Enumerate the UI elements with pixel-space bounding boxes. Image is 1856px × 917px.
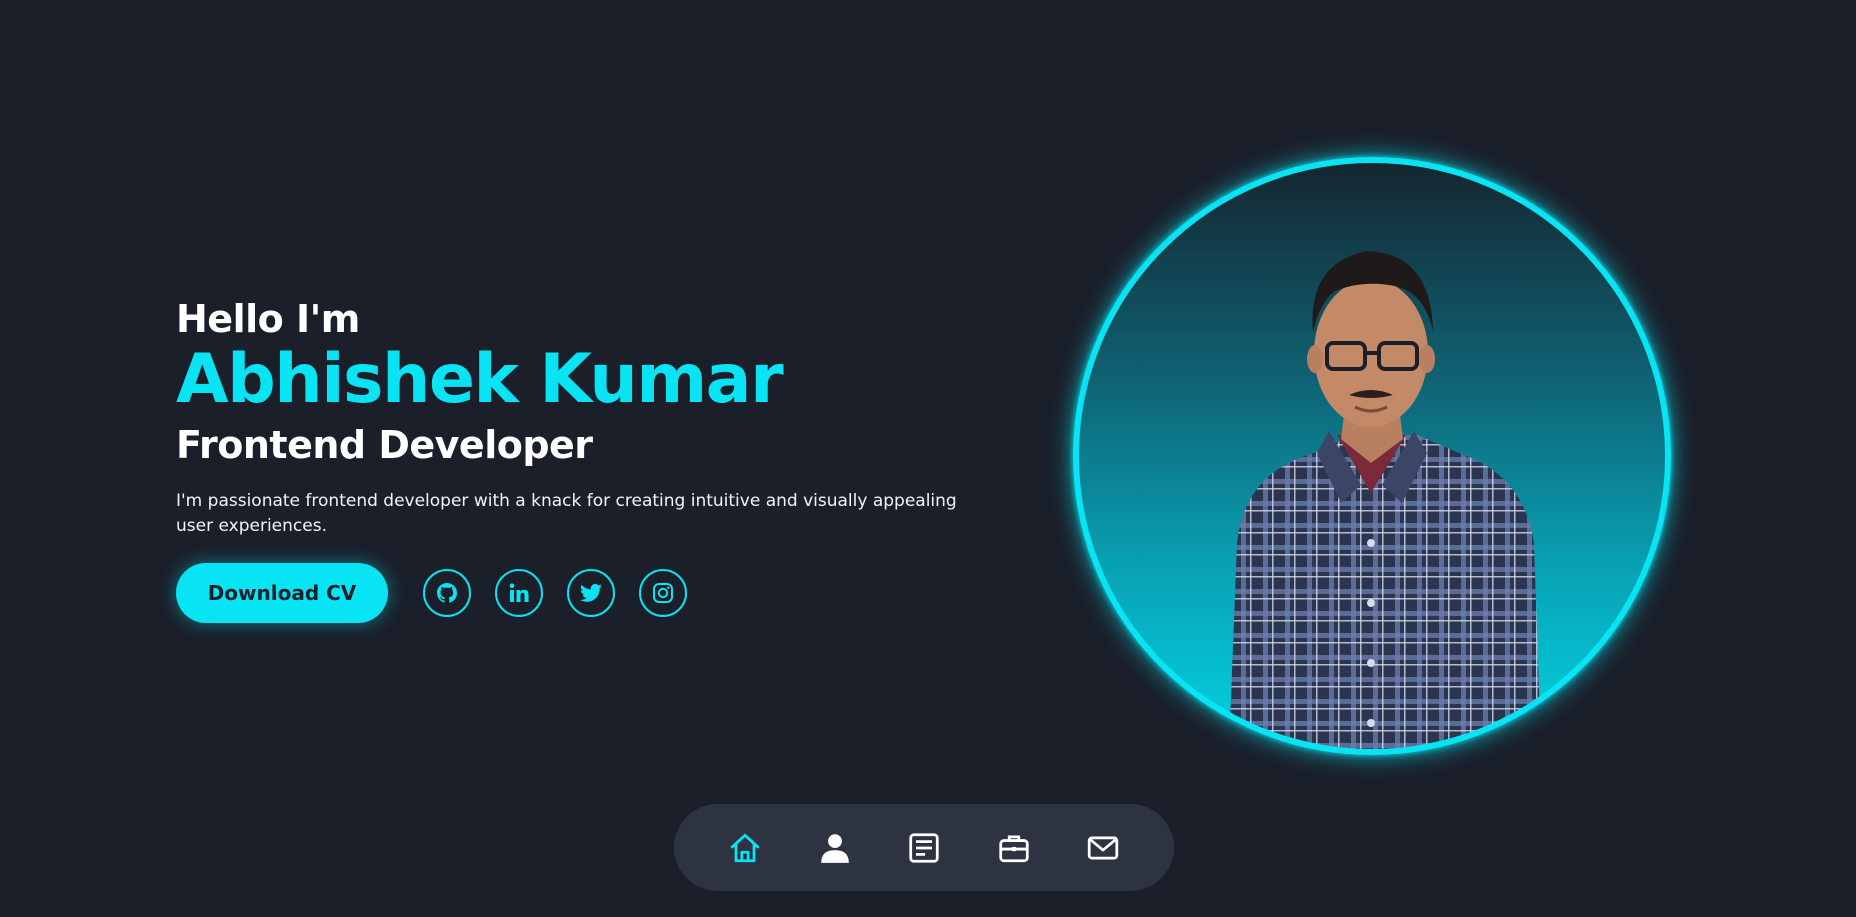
nav-portfolio[interactable] bbox=[994, 828, 1034, 868]
nav-home[interactable] bbox=[725, 828, 765, 868]
home-icon bbox=[730, 833, 760, 862]
linkedin-link[interactable] bbox=[495, 569, 543, 617]
profile-photo bbox=[1073, 157, 1671, 755]
github-link[interactable] bbox=[423, 569, 471, 617]
hero-name: Abhishek Kumar bbox=[176, 340, 784, 419]
document-icon bbox=[909, 832, 939, 863]
nav-resume[interactable] bbox=[904, 828, 944, 868]
hero-section: Hello I'm Abhishek Kumar Frontend Develo… bbox=[176, 295, 996, 623]
hero-greeting: Hello I'm bbox=[176, 297, 360, 341]
twitter-link[interactable] bbox=[567, 569, 615, 617]
download-cv-button[interactable]: Download CV bbox=[176, 563, 388, 623]
hero-role: Frontend Developer bbox=[176, 423, 593, 467]
twitter-icon bbox=[580, 583, 602, 602]
bottom-nav bbox=[674, 804, 1174, 891]
user-icon bbox=[820, 833, 849, 863]
person-illustration bbox=[1229, 251, 1541, 749]
portfolio-page: Hello I'm Abhishek Kumar Frontend Develo… bbox=[0, 0, 1856, 917]
hero-bio: I'm passionate frontend developer with a… bbox=[176, 491, 957, 536]
github-icon bbox=[437, 583, 458, 603]
mail-icon bbox=[1087, 836, 1119, 859]
nav-about[interactable] bbox=[815, 828, 855, 868]
hero-actions: Download CV bbox=[176, 563, 996, 623]
briefcase-icon bbox=[998, 834, 1029, 862]
instagram-link[interactable] bbox=[639, 569, 687, 617]
nav-contact[interactable] bbox=[1083, 828, 1123, 868]
social-links bbox=[423, 569, 711, 617]
linkedin-icon bbox=[509, 583, 529, 602]
instagram-icon bbox=[653, 583, 673, 603]
